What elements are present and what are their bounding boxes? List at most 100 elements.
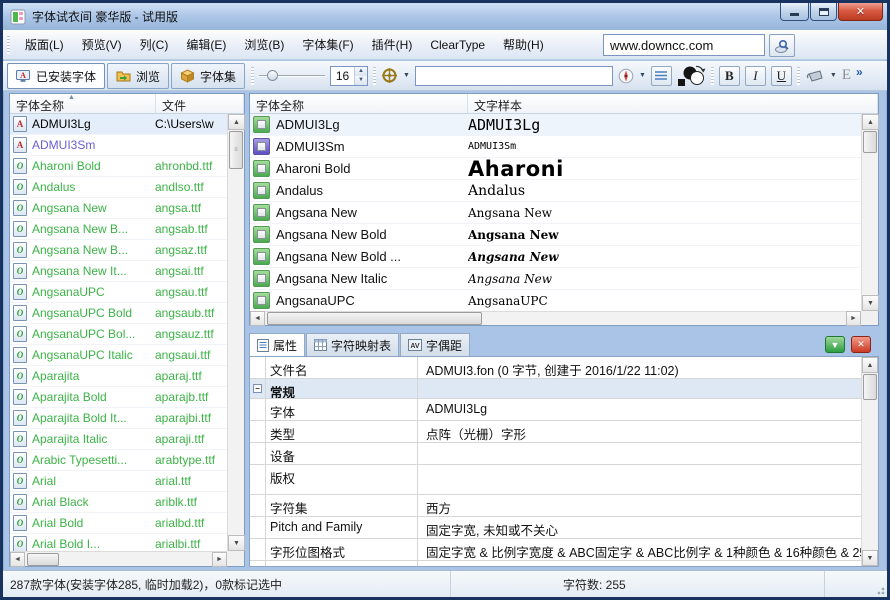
font-checkbox[interactable] bbox=[253, 270, 270, 287]
property-row[interactable]: 版权 bbox=[250, 465, 878, 495]
compass-dropdown-icon[interactable]: ▼ bbox=[639, 72, 646, 79]
font-size-slider[interactable] bbox=[259, 67, 325, 85]
font-row[interactable]: OAngsana New B...angsaz.ttf bbox=[10, 240, 227, 261]
toolbar-grip[interactable] bbox=[251, 67, 254, 85]
scroll-left-icon[interactable]: ◄ bbox=[10, 552, 25, 567]
right-vertical-scrollbar[interactable]: ▲ ▼ bbox=[861, 114, 878, 311]
font-row[interactable]: OArialarial.ttf bbox=[10, 471, 227, 492]
scrollbar-thumb[interactable] bbox=[27, 553, 59, 566]
sample-row[interactable]: Angsana New ItalicAngsana New bbox=[250, 268, 861, 290]
italic-button[interactable]: I bbox=[745, 66, 766, 86]
font-size-value[interactable]: 16 bbox=[331, 67, 354, 85]
font-checkbox[interactable] bbox=[253, 292, 270, 309]
sample-row[interactable]: Angsana New Bold ...Angsana New bbox=[250, 246, 861, 268]
right-horizontal-scrollbar[interactable]: ◄ ► bbox=[250, 311, 861, 325]
menu-item-browse[interactable]: 浏览(B) bbox=[235, 32, 293, 57]
scrollbar-thumb[interactable]: ≡ bbox=[229, 131, 243, 169]
font-row[interactable]: OAngsanaUPCangsau.ttf bbox=[10, 282, 227, 303]
column-header-font-name[interactable]: 字体全称 ▲ bbox=[10, 94, 156, 113]
font-row[interactable]: OArial Blackariblk.ttf bbox=[10, 492, 227, 513]
font-row[interactable]: OAngsana New B...angsab.ttf bbox=[10, 219, 227, 240]
scroll-down-icon[interactable]: ▼ bbox=[228, 535, 245, 551]
font-checkbox[interactable] bbox=[253, 138, 270, 155]
bold-button[interactable]: B bbox=[719, 66, 740, 86]
sample-row[interactable]: ADMUI3LgADMUI3Lg bbox=[250, 114, 861, 136]
menu-item-layout[interactable]: 版面(L) bbox=[16, 32, 73, 57]
font-row[interactable]: OAngsanaUPC Boldangsaub.ttf bbox=[10, 303, 227, 324]
left-horizontal-scrollbar[interactable]: ◄ ► bbox=[10, 551, 227, 566]
scroll-left-icon[interactable]: ◄ bbox=[250, 311, 265, 326]
render-settings-wheel-icon[interactable] bbox=[381, 67, 398, 84]
tab-font-sets[interactable]: 字体集 bbox=[171, 63, 245, 89]
foreground-background-color-icon[interactable] bbox=[677, 64, 706, 87]
font-row[interactable]: OAngsanaUPC Bol...angsauz.ttf bbox=[10, 324, 227, 345]
title-bar[interactable]: 字体试衣间 豪华版 - 试用版 ✕ bbox=[3, 3, 887, 30]
compass-icon[interactable] bbox=[618, 68, 634, 84]
property-row[interactable]: 字体ADMUI3Lg bbox=[250, 399, 878, 421]
scroll-up-icon[interactable]: ▲ bbox=[228, 114, 245, 130]
font-row[interactable]: OAharoni Boldahronbd.ttf bbox=[10, 156, 227, 177]
tab-kerning[interactable]: AV 字偶距 bbox=[400, 333, 470, 356]
property-row[interactable]: 类型点阵（光栅）字形 bbox=[250, 421, 878, 443]
sample-row[interactable]: Angsana New BoldAngsana New bbox=[250, 224, 861, 246]
resize-grip[interactable] bbox=[873, 583, 885, 595]
tab-character-map[interactable]: 字符映射表 bbox=[306, 333, 399, 356]
maximize-button[interactable] bbox=[810, 3, 837, 21]
minimize-button[interactable] bbox=[780, 3, 809, 21]
scroll-down-icon[interactable]: ▼ bbox=[862, 295, 879, 311]
scroll-up-icon[interactable]: ▲ bbox=[862, 114, 879, 130]
slider-thumb[interactable] bbox=[267, 70, 278, 81]
line-style-button[interactable] bbox=[651, 66, 672, 86]
scroll-up-icon[interactable]: ▲ bbox=[862, 357, 878, 373]
scroll-right-icon[interactable]: ► bbox=[846, 311, 861, 326]
menu-item-help[interactable]: 帮助(H) bbox=[494, 32, 553, 57]
font-row[interactable]: OAngsanaUPC Italicangsaui.ttf bbox=[10, 345, 227, 366]
tab-properties[interactable]: 属性 bbox=[249, 333, 305, 356]
scrollbar-thumb[interactable] bbox=[863, 374, 877, 400]
font-row[interactable]: OArial Boldarialbd.ttf bbox=[10, 513, 227, 534]
column-header-font-name[interactable]: 字体全称 bbox=[250, 94, 468, 113]
font-row[interactable]: OArabic Typesetti...arabtype.ttf bbox=[10, 450, 227, 471]
font-checkbox[interactable] bbox=[253, 226, 270, 243]
font-row[interactable]: OAparajitaaparaj.ttf bbox=[10, 366, 227, 387]
property-row[interactable]: 字符集西方 bbox=[250, 495, 878, 517]
font-checkbox[interactable] bbox=[253, 160, 270, 177]
font-checkbox[interactable] bbox=[253, 182, 270, 199]
menu-item-preview[interactable]: 预览(V) bbox=[73, 32, 131, 57]
sample-text-input[interactable] bbox=[415, 66, 613, 86]
font-row[interactable]: AADMUI3LgC:\Users\w bbox=[10, 114, 227, 135]
font-checkbox[interactable] bbox=[253, 248, 270, 265]
menu-item-cleartype[interactable]: ClearType bbox=[421, 34, 494, 56]
font-row[interactable]: AADMUI3Sm bbox=[10, 135, 227, 156]
sample-row[interactable]: Aharoni BoldAharoni bbox=[250, 158, 861, 180]
column-header-sample[interactable]: 文字样本 bbox=[468, 94, 878, 113]
menu-item-fontset[interactable]: 字体集(F) bbox=[293, 32, 362, 57]
menu-item-plugins[interactable]: 插件(H) bbox=[363, 32, 422, 57]
collapse-minus-icon[interactable]: − bbox=[253, 384, 262, 393]
toolbar-overflow-icon[interactable]: » bbox=[856, 65, 863, 79]
property-row[interactable]: 创建否 bbox=[250, 561, 878, 567]
fill-can-icon[interactable] bbox=[805, 68, 825, 84]
scroll-down-icon[interactable]: ▼ bbox=[862, 550, 878, 566]
font-row[interactable]: OAparajita Italicaparaji.ttf bbox=[10, 429, 227, 450]
scrollbar-thumb[interactable] bbox=[863, 131, 877, 153]
effects-letter-icon[interactable]: E bbox=[842, 67, 851, 84]
property-section-row[interactable]: −常规 bbox=[250, 379, 878, 399]
sample-row[interactable]: AndalusAndalus bbox=[250, 180, 861, 202]
tab-installed-fonts[interactable]: A 已安装字体 bbox=[7, 63, 105, 89]
font-checkbox[interactable] bbox=[253, 116, 270, 133]
spin-up-icon[interactable]: ▲ bbox=[355, 67, 367, 76]
tab-browse[interactable]: 浏览 bbox=[107, 63, 169, 89]
fill-dropdown-icon[interactable]: ▼ bbox=[830, 72, 837, 79]
close-button[interactable]: ✕ bbox=[838, 3, 883, 21]
spin-down-icon[interactable]: ▼ bbox=[355, 76, 367, 85]
font-row[interactable]: OAndalusandlso.ttf bbox=[10, 177, 227, 198]
scroll-right-icon[interactable]: ► bbox=[212, 552, 227, 567]
sample-row[interactable]: Angsana NewAngsana New bbox=[250, 202, 861, 224]
underline-button[interactable]: U bbox=[771, 66, 792, 86]
menu-item-edit[interactable]: 编辑(E) bbox=[177, 32, 235, 57]
property-row[interactable]: 字形位图格式固定字宽 & 比例字宽度 & ABC固定字 & ABC比例字 & 1… bbox=[250, 539, 878, 561]
scrollbar-thumb[interactable] bbox=[267, 312, 482, 325]
left-vertical-scrollbar[interactable]: ▲ ≡ ▼ bbox=[227, 114, 244, 551]
property-row[interactable]: 文件名ADMUI3.fon (0 字节, 创建于 2016/1/22 11:02… bbox=[250, 357, 878, 379]
